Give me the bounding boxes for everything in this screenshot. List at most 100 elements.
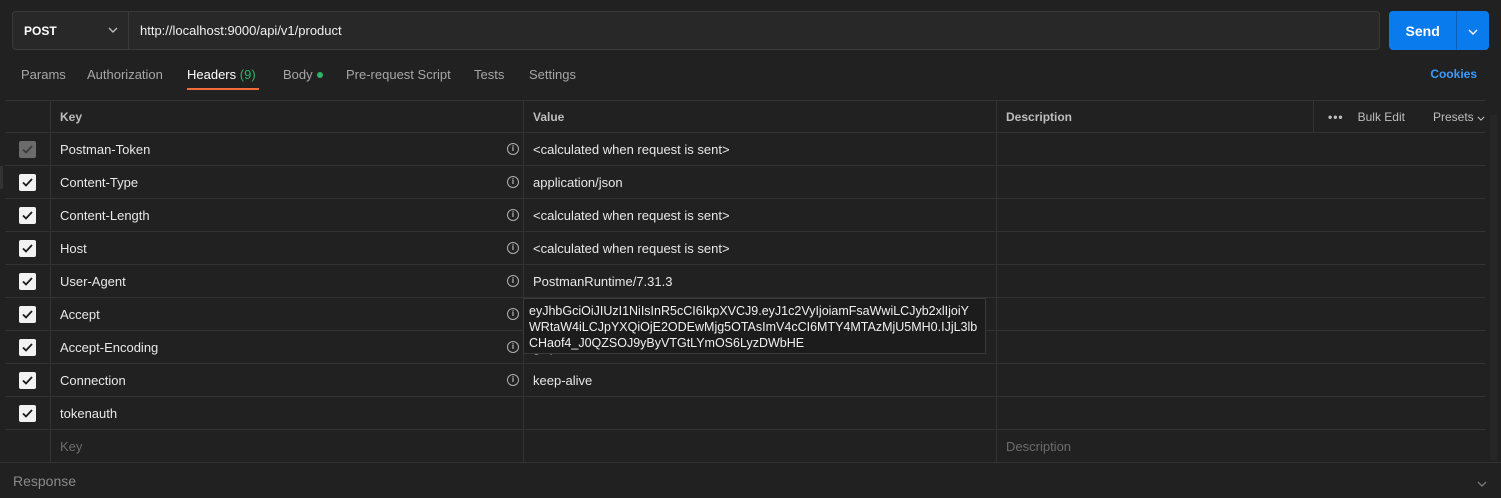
checkbox-cell — [5, 331, 50, 363]
header-key-text: Accept-Encoding — [60, 339, 159, 355]
check-icon — [22, 276, 33, 286]
header-key[interactable]: Accept-Encoding i — [50, 331, 523, 363]
active-tab-underline — [187, 88, 259, 90]
info-icon[interactable]: i — [507, 341, 519, 353]
tab-body-label: Body — [283, 67, 313, 82]
row-checkbox[interactable] — [19, 338, 36, 356]
chevron-down-icon — [108, 27, 118, 35]
header-key[interactable]: Accept i — [50, 298, 523, 330]
header-value[interactable]: PostmanRuntime/7.31.3 — [523, 265, 996, 297]
tab-headers-label: Headers — [187, 67, 237, 82]
check-icon — [22, 243, 33, 253]
row-checkbox[interactable] — [19, 404, 36, 422]
header-description[interactable] — [996, 265, 1485, 297]
new-key-input[interactable]: Key — [50, 430, 523, 462]
tab-tests[interactable]: Tests — [474, 67, 504, 82]
table-actions: ••• Bulk Edit Presets — [1313, 101, 1485, 132]
header-description[interactable] — [996, 199, 1485, 231]
header-key[interactable]: Postman-Token i — [50, 133, 523, 165]
headers-table: Key Value Description ••• Bulk Edit Pres… — [5, 100, 1485, 463]
checkbox-cell — [5, 133, 50, 165]
info-icon[interactable]: i — [507, 242, 519, 254]
response-label: Response — [13, 472, 77, 489]
header-description[interactable] — [996, 331, 1485, 363]
info-icon[interactable]: i — [507, 374, 519, 386]
header-key[interactable]: Connection i — [50, 364, 523, 396]
info-icon[interactable]: i — [507, 209, 519, 221]
presets-dropdown[interactable]: Presets — [1419, 110, 1485, 124]
token-value-editor[interactable]: eyJhbGciOiJIUzI1NiIsInR5cCI6IkpXVCJ9.eyJ… — [523, 298, 986, 354]
send-button-group: Send — [1389, 11, 1489, 50]
header-checkbox-cell — [5, 101, 50, 132]
row-checkbox[interactable] — [19, 173, 36, 191]
check-icon — [22, 342, 33, 352]
info-icon[interactable]: i — [507, 275, 519, 287]
checkbox-cell — [5, 265, 50, 297]
row-checkbox[interactable] — [19, 371, 36, 389]
check-icon — [22, 144, 33, 154]
more-options-icon[interactable]: ••• — [1328, 110, 1344, 124]
chevron-down-icon — [1477, 116, 1485, 121]
header-value[interactable]: <calculated when request is sent> — [523, 133, 996, 165]
header-key[interactable]: Content-Type i — [50, 166, 523, 198]
send-options-button[interactable] — [1456, 11, 1489, 50]
header-value[interactable]: <calculated when request is sent> — [523, 199, 996, 231]
table-row: tokenauth — [5, 397, 1485, 430]
header-key-text: Content-Type — [60, 174, 139, 190]
tab-settings[interactable]: Settings — [529, 67, 576, 82]
table-header-row: Key Value Description ••• Bulk Edit Pres… — [5, 100, 1485, 133]
tab-pre-request-script[interactable]: Pre-request Script — [346, 67, 451, 82]
url-input[interactable]: http://localhost:9000/api/v1/product — [129, 12, 1379, 49]
header-description[interactable] — [996, 364, 1485, 396]
header-key-text: Host — [60, 240, 87, 256]
header-value[interactable]: application/json — [523, 166, 996, 198]
tab-authorization[interactable]: Authorization — [87, 67, 163, 82]
check-icon — [22, 210, 33, 220]
cookies-link[interactable]: Cookies — [1430, 67, 1477, 81]
header-description[interactable] — [996, 133, 1485, 165]
response-panel-header[interactable]: Response — [0, 462, 1501, 498]
tab-headers[interactable]: Headers (9) — [187, 67, 256, 82]
header-description[interactable] — [996, 298, 1485, 330]
table-row: Connection i keep-alive — [5, 364, 1485, 397]
header-key[interactable]: Content-Length i — [50, 199, 523, 231]
header-key[interactable]: tokenauth — [50, 397, 523, 429]
info-icon[interactable]: i — [507, 308, 519, 320]
header-description[interactable] — [996, 397, 1485, 429]
header-description[interactable] — [996, 232, 1485, 264]
header-value[interactable]: keep-alive — [523, 364, 996, 396]
table-row: Postman-Token i <calculated when request … — [5, 133, 1485, 166]
table-row-new: Key Description — [5, 430, 1485, 463]
header-key[interactable]: Host i — [50, 232, 523, 264]
info-icon[interactable]: i — [507, 176, 519, 188]
header-key[interactable]: User-Agent i — [50, 265, 523, 297]
header-value[interactable]: <calculated when request is sent> — [523, 232, 996, 264]
header-key-text: Content-Length — [60, 207, 150, 223]
presets-label: Presets — [1432, 109, 1474, 124]
header-key-text: Postman-Token — [60, 141, 151, 157]
table-row: Host i <calculated when request is sent> — [5, 232, 1485, 265]
bulk-edit-button[interactable]: Bulk Edit — [1358, 110, 1405, 124]
row-checkbox[interactable] — [19, 140, 36, 158]
info-icon[interactable]: i — [507, 143, 519, 155]
row-checkbox[interactable] — [19, 305, 36, 323]
new-description-input[interactable]: Description — [996, 430, 1485, 462]
tab-params[interactable]: Params — [21, 67, 66, 82]
tab-body[interactable]: Body — [283, 67, 323, 82]
header-description[interactable] — [996, 166, 1485, 198]
scrollbar[interactable] — [1490, 115, 1497, 460]
row-checkbox[interactable] — [19, 206, 36, 224]
method-select[interactable]: POST — [13, 12, 129, 49]
headers-count: (9) — [239, 67, 256, 82]
sidebar-edge — [0, 166, 3, 189]
row-checkbox[interactable] — [19, 272, 36, 290]
table-row: Content-Length i <calculated when request… — [5, 199, 1485, 232]
body-indicator-dot — [316, 71, 323, 78]
column-header-key: Key — [50, 101, 523, 132]
checkbox-cell — [5, 232, 50, 264]
new-value-input[interactable] — [523, 430, 996, 462]
send-button[interactable]: Send — [1389, 11, 1456, 50]
table-row: Content-Type i application/json — [5, 166, 1485, 199]
column-header-value: Value — [523, 101, 996, 132]
row-checkbox[interactable] — [19, 239, 36, 257]
